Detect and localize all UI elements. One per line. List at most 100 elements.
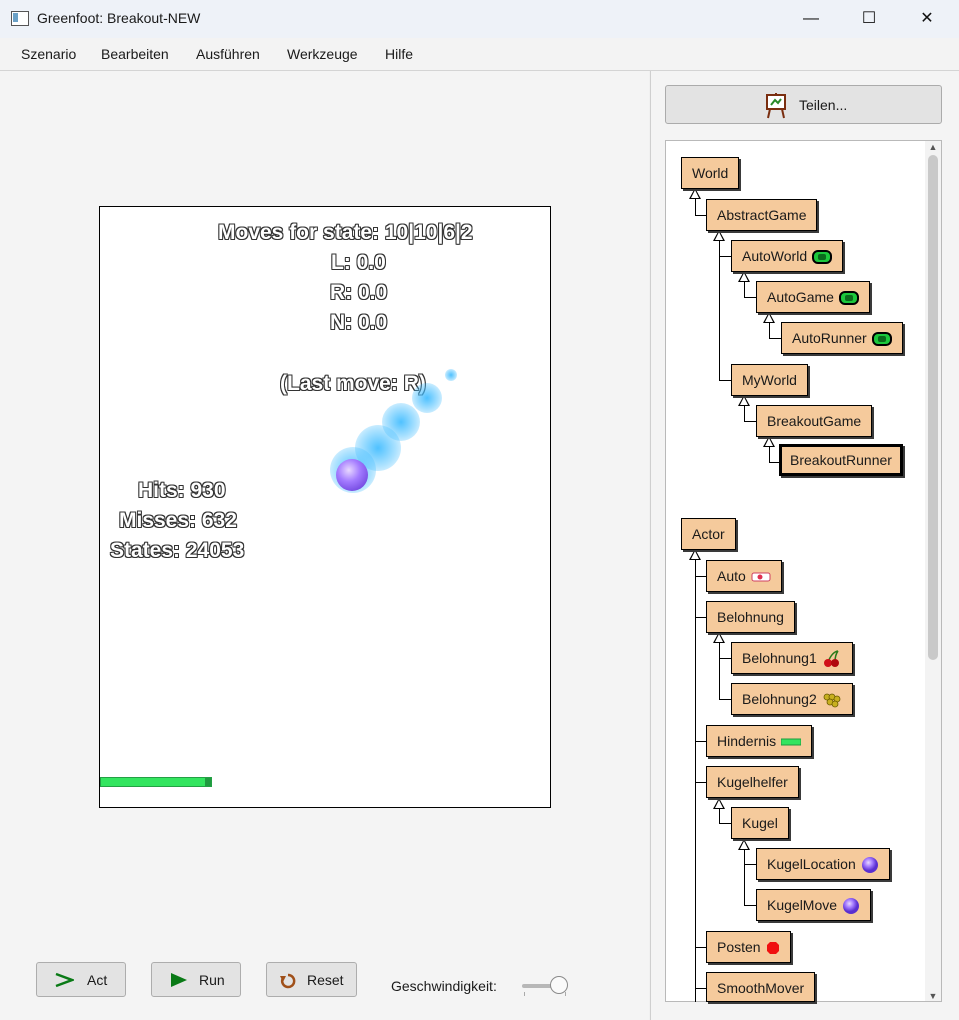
act-icon bbox=[55, 972, 74, 988]
inheritance-line bbox=[695, 215, 706, 216]
inheritance-line bbox=[695, 988, 706, 989]
misses-text: Misses: 632 bbox=[119, 509, 237, 532]
class-label: Belohnung2 bbox=[742, 691, 817, 707]
red-dot-icon bbox=[766, 942, 779, 955]
class-label: BreakoutGame bbox=[767, 413, 862, 429]
n-value-text: N: 0.0 bbox=[330, 311, 388, 334]
inheritance-arrow bbox=[713, 230, 725, 241]
inheritance-arrow bbox=[738, 271, 750, 282]
class-breakoutrunner[interactable]: BreakoutRunner bbox=[779, 444, 903, 476]
inheritance-line bbox=[744, 404, 745, 421]
inheritance-line bbox=[719, 642, 720, 699]
paddle[interactable] bbox=[100, 777, 212, 787]
inheritance-arrow bbox=[713, 798, 725, 809]
maximize-button[interactable]: ☐ bbox=[840, 0, 898, 38]
menu-bearbeiten[interactable]: Bearbeiten bbox=[101, 46, 169, 62]
class-belohnung1[interactable]: Belohnung1 bbox=[731, 642, 853, 674]
class-label: MyWorld bbox=[742, 372, 797, 388]
class-label: KugelMove bbox=[767, 897, 838, 913]
inheritance-line bbox=[769, 462, 779, 463]
inheritance-line bbox=[769, 445, 770, 462]
ball-icon bbox=[861, 857, 878, 874]
inheritance-line bbox=[744, 864, 756, 865]
states-text: States: 24053 bbox=[110, 539, 245, 562]
inheritance-line bbox=[719, 256, 731, 257]
inheritance-line bbox=[719, 807, 720, 823]
run-icon bbox=[171, 973, 187, 987]
reset-icon bbox=[280, 973, 296, 989]
scroll-up-arrow[interactable]: ▲ bbox=[925, 141, 941, 153]
run-button[interactable]: Run bbox=[151, 962, 241, 997]
menu-hilfe[interactable]: Hilfe bbox=[385, 46, 413, 62]
speed-slider-knob[interactable] bbox=[550, 976, 568, 994]
class-belohnung2[interactable]: Belohnung2 bbox=[731, 683, 853, 715]
inheritance-line bbox=[744, 848, 745, 905]
scrollbar-thumb[interactable] bbox=[928, 155, 938, 660]
class-auto[interactable]: Auto bbox=[706, 560, 782, 592]
class-abstractgame[interactable]: AbstractGame bbox=[706, 199, 818, 231]
class-belohnung[interactable]: Belohnung bbox=[706, 601, 795, 633]
inheritance-line bbox=[695, 198, 696, 215]
menu-werkzeuge[interactable]: Werkzeuge bbox=[287, 46, 358, 62]
class-hindernis[interactable]: Hindernis bbox=[706, 725, 813, 757]
inheritance-line bbox=[695, 576, 706, 577]
inheritance-arrow bbox=[738, 839, 750, 850]
menu-ausfuehren[interactable]: Ausführen bbox=[196, 46, 260, 62]
scroll-down-arrow[interactable]: ▼ bbox=[925, 990, 941, 1002]
inheritance-line bbox=[719, 823, 731, 824]
menu-szenario[interactable]: Szenario bbox=[21, 46, 76, 62]
class-smoothmover[interactable]: SmoothMover bbox=[706, 972, 816, 1002]
class-label: Belohnung1 bbox=[742, 650, 817, 666]
class-myworld[interactable]: MyWorld bbox=[731, 364, 808, 396]
ball-icon bbox=[843, 898, 860, 915]
class-world[interactable]: World bbox=[681, 157, 740, 189]
greenfoot-app-icon bbox=[11, 11, 29, 26]
class-label: AutoRunner bbox=[792, 330, 867, 346]
class-kugelhelfer[interactable]: Kugelhelfer bbox=[706, 766, 799, 798]
close-button[interactable]: ✕ bbox=[898, 0, 956, 38]
l-value-text: L: 0.0 bbox=[331, 251, 386, 274]
ball[interactable] bbox=[336, 459, 368, 491]
window-title: Greenfoot: Breakout-NEW bbox=[37, 10, 201, 26]
world-canvas[interactable]: Moves for state: 10|10|6|2 L: 0.0 R: 0.0… bbox=[99, 206, 551, 808]
inheritance-line bbox=[719, 380, 731, 381]
inheritance-line bbox=[719, 699, 731, 700]
class-label: World bbox=[692, 165, 729, 181]
class-kugel[interactable]: Kugel bbox=[731, 807, 789, 839]
class-label: Auto bbox=[717, 568, 746, 584]
inheritance-line bbox=[695, 617, 706, 618]
act-button[interactable]: Act bbox=[36, 962, 126, 997]
inheritance-line bbox=[695, 947, 706, 948]
inheritance-line bbox=[695, 782, 706, 783]
vehicle-icon bbox=[751, 572, 771, 582]
class-posten[interactable]: Posten bbox=[706, 931, 791, 963]
class-actor[interactable]: Actor bbox=[681, 518, 736, 550]
inheritance-line bbox=[719, 239, 720, 380]
share-label: Teilen... bbox=[799, 97, 848, 113]
reset-label: Reset bbox=[307, 972, 344, 988]
class-kugelmove[interactable]: KugelMove bbox=[756, 889, 872, 921]
class-label: AutoGame bbox=[767, 289, 834, 305]
ball-trail bbox=[412, 383, 442, 413]
class-label: Posten bbox=[717, 939, 761, 955]
inheritance-line bbox=[769, 338, 781, 339]
inheritance-line bbox=[744, 297, 756, 298]
run-label: Run bbox=[199, 972, 225, 988]
class-autoworld[interactable]: AutoWorld bbox=[731, 240, 844, 272]
reset-button[interactable]: Reset bbox=[266, 962, 357, 997]
inheritance-line bbox=[769, 322, 770, 338]
class-kugellocation[interactable]: KugelLocation bbox=[756, 848, 890, 880]
speed-label: Geschwindigkeit: bbox=[391, 978, 497, 994]
class-autogame[interactable]: AutoGame bbox=[756, 281, 870, 313]
inheritance-arrow bbox=[689, 188, 701, 199]
class-label: BreakoutRunner bbox=[790, 452, 892, 468]
car-icon bbox=[871, 332, 892, 347]
class-autorunner[interactable]: AutoRunner bbox=[781, 322, 903, 354]
share-easel-icon bbox=[766, 93, 786, 119]
minimize-button[interactable]: — bbox=[782, 0, 840, 38]
inheritance-line bbox=[695, 559, 696, 1002]
class-label: Kugelhelfer bbox=[717, 774, 788, 790]
class-breakoutgame[interactable]: BreakoutGame bbox=[756, 405, 873, 437]
class-label: Belohnung bbox=[717, 609, 784, 625]
share-button[interactable]: Teilen... bbox=[665, 85, 942, 124]
